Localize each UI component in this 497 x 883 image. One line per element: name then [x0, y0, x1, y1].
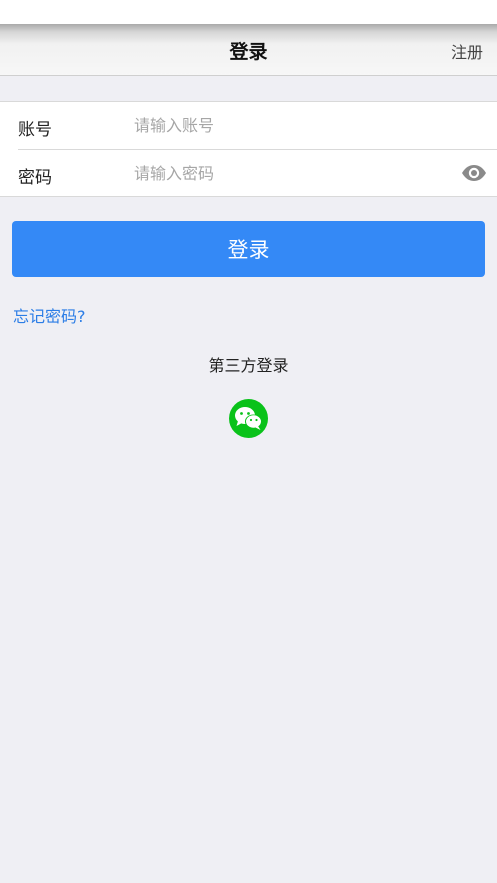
account-row: 账号 — [0, 102, 497, 150]
status-bar — [0, 0, 497, 24]
navigation-bar: 登录 注册 — [0, 24, 497, 76]
forgot-password-link[interactable]: 忘记密码? — [13, 303, 86, 327]
account-label: 账号 — [18, 120, 52, 140]
login-button[interactable]: 登录 — [12, 221, 485, 277]
account-input[interactable] — [134, 110, 434, 140]
eye-icon[interactable] — [461, 164, 487, 182]
wechat-icon — [235, 407, 262, 430]
login-form: 账号 密码 — [0, 101, 497, 197]
password-input[interactable] — [134, 158, 434, 188]
wechat-login-button[interactable] — [229, 399, 268, 438]
third-party-login-label: 第三方登录 — [208, 356, 289, 375]
page-title: 登录 — [229, 41, 268, 63]
register-button[interactable]: 注册 — [451, 39, 483, 63]
password-label: 密码 — [18, 168, 52, 188]
password-row: 密码 — [0, 150, 497, 197]
